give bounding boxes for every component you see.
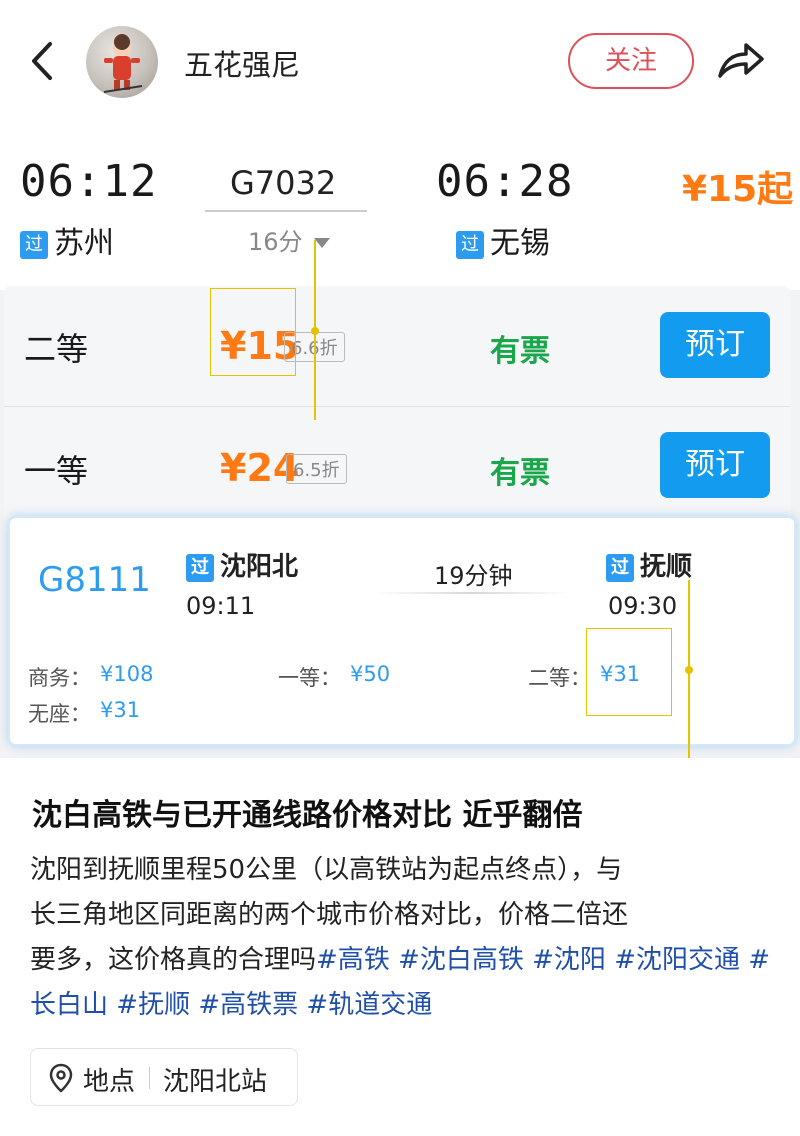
- train1-depart-time: 06:12: [20, 156, 158, 207]
- pass-badge: 过: [606, 553, 634, 582]
- seat-class: 一等: [24, 452, 89, 490]
- top-bar: 五花强尼 关注: [0, 0, 800, 119]
- measure-guide-dot: [311, 327, 319, 335]
- highlight-box: [586, 628, 672, 716]
- train2-duration: 19分钟: [434, 562, 513, 590]
- dropdown-triangle-icon: [314, 238, 331, 248]
- hashtag[interactable]: #沈阳交通: [614, 945, 740, 975]
- book-button[interactable]: 预订: [660, 432, 770, 498]
- seat-row: 二等 ¥15 6.6折 有票 预订: [4, 286, 790, 407]
- share-arrow-icon[interactable]: [716, 40, 766, 82]
- station-name: 抚顺: [640, 552, 693, 582]
- train1-depart-station: 过苏州: [20, 218, 114, 262]
- ticket-availability: 有票: [490, 334, 550, 369]
- hashtag[interactable]: #高铁: [316, 945, 390, 975]
- avatar[interactable]: [86, 26, 158, 98]
- seat-class: 二等: [24, 330, 89, 368]
- follow-button[interactable]: 关注: [568, 33, 694, 89]
- no-seat-label: 无座：: [28, 702, 91, 726]
- first-class-label: 一等：: [278, 666, 341, 690]
- location-pin-icon: [49, 1063, 73, 1093]
- location-chip[interactable]: 地点 沈阳北站: [30, 1048, 298, 1106]
- hashtag[interactable]: #沈阳: [532, 945, 606, 975]
- second-class-label: 二等：: [528, 666, 591, 690]
- no-seat-price: ¥31: [100, 698, 141, 722]
- body-text: 要多，这价格真的合理吗: [30, 945, 317, 975]
- train1-duration[interactable]: 16分: [248, 222, 331, 257]
- body-line: 长三角地区同距离的两个城市价格对比，价格二倍还: [30, 900, 629, 930]
- back-arrow-icon[interactable]: [26, 38, 60, 84]
- train2-arrive-station: 过抚顺: [606, 546, 692, 583]
- location-divider: [149, 1067, 150, 1089]
- location-value: 沈阳北站: [163, 1067, 268, 1097]
- pass-badge: 过: [20, 230, 48, 259]
- post-title: 沈白高铁与已开通线路价格对比 近乎翻倍: [32, 798, 583, 833]
- body-line: 沈阳到抚顺里程50公里（以高铁站为起点终点），与: [30, 855, 623, 885]
- train2-depart-time: 09:11: [186, 592, 256, 620]
- highlight-box: [210, 288, 296, 376]
- train1-arrive-time: 06:28: [436, 156, 574, 207]
- train1-arrive-station: 过无锡: [456, 218, 550, 262]
- hashtag[interactable]: #抚顺: [116, 990, 190, 1020]
- pass-badge: 过: [186, 553, 214, 582]
- author-name[interactable]: 五花强尼: [184, 42, 300, 84]
- measure-guide-dot: [685, 666, 693, 674]
- train2-depart-station: 过沈阳北: [186, 546, 298, 583]
- book-button[interactable]: 预订: [660, 312, 770, 378]
- first-class-price: ¥50: [350, 662, 391, 686]
- hashtag[interactable]: #沈白高铁: [398, 945, 524, 975]
- body-line: 要多，这价格真的合理吗#高铁 #沈白高铁 #沈阳 #沈阳交通 #长白山 #抚顺 …: [30, 938, 775, 1028]
- train1-summary: 06:12 过苏州 G7032 16分 06:28 过无锡 ¥15起: [0, 118, 800, 290]
- train1-route-line: [205, 210, 367, 212]
- train1-number: G7032: [230, 164, 337, 202]
- train2-card: G8111 过沈阳北 09:11 19分钟 过抚顺 09:30 商务： ¥108…: [8, 516, 796, 746]
- post-body: 沈阳到抚顺里程50公里（以高铁站为起点终点），与 长三角地区同距离的两个城市价格…: [30, 848, 775, 1028]
- duration-text: 16分: [248, 228, 303, 256]
- hashtag[interactable]: #高铁票: [198, 990, 298, 1020]
- train2-route-line: [374, 592, 570, 594]
- ticket-availability: 有票: [490, 456, 550, 491]
- seat-options: 二等 ¥15 6.6折 有票 预订 一等 ¥24 6.5折 有票 预订: [4, 286, 790, 536]
- discount-badge: 6.5折: [286, 454, 347, 484]
- train1-min-price: ¥15起: [682, 169, 794, 210]
- business-label: 商务：: [28, 666, 91, 690]
- train2-number: G8111: [38, 560, 151, 600]
- location-label: 地点: [83, 1067, 136, 1097]
- station-name: 沈阳北: [220, 552, 299, 582]
- train2-arrive-time: 09:30: [608, 592, 678, 620]
- station-name: 无锡: [490, 226, 550, 261]
- hashtag[interactable]: #轨道交通: [306, 990, 432, 1020]
- pass-badge: 过: [456, 230, 484, 259]
- post-image: 06:12 过苏州 G7032 16分 06:28 过无锡 ¥15起 二等 ¥1…: [0, 118, 800, 758]
- business-price: ¥108: [100, 662, 154, 686]
- station-name: 苏州: [54, 226, 114, 261]
